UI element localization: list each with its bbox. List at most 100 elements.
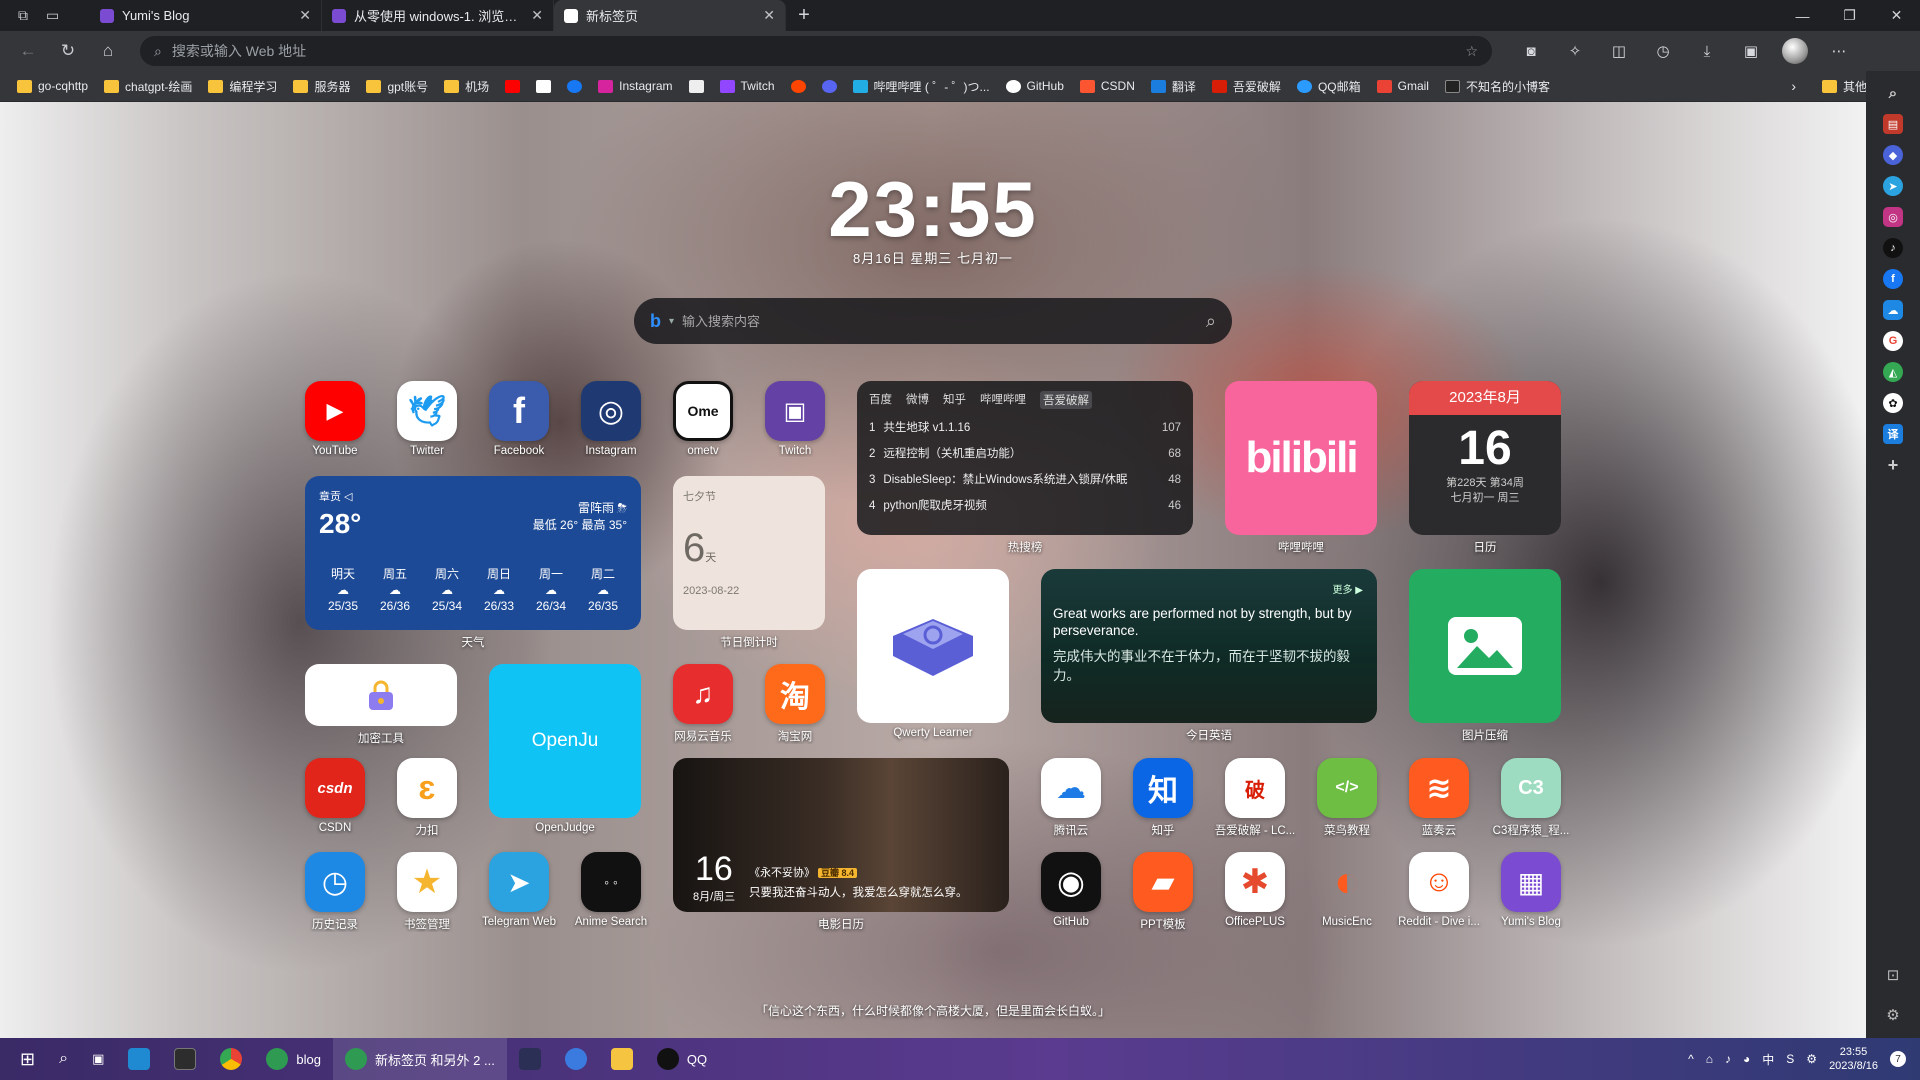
- app-reddit[interactable]: ☺ Reddit - Dive i...: [1398, 852, 1480, 928]
- bookmark-github[interactable]: GitHub: [999, 74, 1071, 98]
- engine-dropdown-icon[interactable]: ▾: [669, 316, 674, 327]
- history-icon[interactable]: ◷: [1646, 36, 1680, 66]
- workspaces-icon[interactable]: ⧉: [18, 7, 28, 24]
- app-leetcode[interactable]: ɛ 力扣: [396, 758, 458, 838]
- taskbar-edge-newtab[interactable]: 新标签页 和另外 2 ...: [332, 1038, 507, 1080]
- taskbar-dark-app[interactable]: [507, 1038, 553, 1080]
- copilot-icon[interactable]: ◆: [1883, 145, 1903, 165]
- collections-icon[interactable]: ▣: [1734, 36, 1768, 66]
- image-compress-tile[interactable]: [1409, 569, 1561, 723]
- app-runoob[interactable]: </> 菜鸟教程: [1316, 758, 1378, 838]
- downloads-icon[interactable]: ⤓: [1690, 36, 1724, 66]
- taskbar-vscode[interactable]: [116, 1038, 162, 1080]
- app-zhihu[interactable]: 知 知乎: [1132, 758, 1194, 838]
- app-taobao[interactable]: 淘 淘宝网: [764, 664, 826, 744]
- search-icon[interactable]: ⌕: [1883, 83, 1903, 103]
- hot-tab-baidu[interactable]: 百度: [869, 391, 892, 409]
- bookmark-x[interactable]: [529, 74, 558, 98]
- google-icon[interactable]: G: [1883, 331, 1903, 351]
- instagram-icon[interactable]: ◎: [1883, 207, 1903, 227]
- favorite-star-icon[interactable]: ☆: [1465, 43, 1478, 60]
- app-ometv[interactable]: Ome ometv: [672, 381, 734, 457]
- taskbar-app-store[interactable]: [553, 1038, 599, 1080]
- bookmark-csdn[interactable]: CSDN: [1073, 74, 1142, 98]
- crypto-tool-tile[interactable]: [305, 664, 457, 726]
- app-tencent-cloud[interactable]: ☁ 腾讯云: [1040, 758, 1102, 838]
- bookmark-folder[interactable]: 编程学习: [201, 74, 284, 98]
- app-facebook[interactable]: f Facebook: [488, 381, 550, 457]
- app-youtube[interactable]: ▶ YouTube: [304, 381, 366, 457]
- add-plus-icon[interactable]: +: [1883, 455, 1903, 475]
- profile-avatar[interactable]: [1778, 36, 1812, 66]
- screenshot-icon[interactable]: ⊡: [1887, 966, 1900, 984]
- minimize-icon[interactable]: —: [1779, 0, 1826, 31]
- app-yumis-blog[interactable]: ▦ Yumi's Blog: [1500, 852, 1562, 928]
- app-twitch[interactable]: ▣ Twitch: [764, 381, 826, 457]
- search-input[interactable]: [682, 313, 1198, 329]
- app-musicenc[interactable]: ◐ MusicEnc: [1316, 852, 1378, 928]
- bookmark-qqmail[interactable]: QQ邮箱: [1290, 74, 1368, 98]
- address-input[interactable]: [171, 43, 1456, 59]
- taskbar-blog[interactable]: blog: [254, 1038, 333, 1080]
- system-clock[interactable]: 23:55 2023/8/16: [1829, 1045, 1878, 1073]
- more-menu-icon[interactable]: ⋯: [1822, 36, 1856, 66]
- hot-tab-weibo[interactable]: 微博: [906, 391, 929, 409]
- bookmark-youtube[interactable]: [498, 74, 527, 98]
- daily-english-widget[interactable]: 更多 ▶ Great works are performed not by st…: [1041, 569, 1377, 723]
- taskbar-explorer[interactable]: [599, 1038, 645, 1080]
- bookmark-ometv[interactable]: [682, 74, 711, 98]
- hot-list-item[interactable]: 1 共生地球 v1.1.16 107: [869, 415, 1181, 441]
- bookmark-folder[interactable]: 服务器: [286, 74, 357, 98]
- chevron-up-icon[interactable]: ^: [1688, 1052, 1694, 1066]
- close-tab-icon[interactable]: ✕: [299, 7, 311, 24]
- toolbox-icon[interactable]: ▤: [1883, 114, 1903, 134]
- app-instagram[interactable]: ◎ Instagram: [580, 381, 642, 457]
- facebook-icon[interactable]: f: [1883, 269, 1903, 289]
- hot-list-item[interactable]: 2 远程控制（关机重启功能） 68: [869, 441, 1181, 467]
- hot-list-item[interactable]: 4 python爬取虎牙视频 46: [869, 493, 1181, 519]
- extension-icon[interactable]: ◙: [1514, 36, 1548, 66]
- telegram-icon[interactable]: ➤: [1883, 176, 1903, 196]
- app-c3[interactable]: C3 C3程序猿_程...: [1493, 758, 1569, 838]
- close-tab-icon[interactable]: ✕: [531, 7, 543, 24]
- restore-icon[interactable]: ❐: [1826, 0, 1873, 31]
- notification-badge[interactable]: 7: [1890, 1051, 1906, 1067]
- bing-logo-icon[interactable]: b: [650, 311, 661, 332]
- hot-search-widget[interactable]: 百度 微博 知乎 哔哩哔哩 吾爱破解 1 共生地球 v1.1.16 107 2 远程控…: [857, 381, 1193, 535]
- search-box[interactable]: b ▾ ⌕: [634, 298, 1232, 344]
- bookmark-instagram[interactable]: Instagram: [591, 74, 679, 98]
- close-window-icon[interactable]: ✕: [1873, 0, 1920, 31]
- bilibili-tile[interactable]: bilibili: [1225, 381, 1377, 535]
- app-bookmarks-manager[interactable]: ★ 书签管理: [396, 852, 458, 932]
- app-github[interactable]: ◉ GitHub: [1040, 852, 1102, 928]
- hot-tab-bilibili[interactable]: 哔哩哔哩: [980, 391, 1026, 409]
- bookmark-folder[interactable]: go-cqhttp: [10, 74, 95, 98]
- network-icon[interactable]: ⌂: [1706, 1052, 1713, 1066]
- address-bar[interactable]: ⌕ ☆: [140, 36, 1492, 66]
- google-drive-icon[interactable]: ◭: [1883, 362, 1903, 382]
- bookmark-folder[interactable]: chatgpt-绘画: [97, 74, 199, 98]
- openai-icon[interactable]: ✿: [1883, 393, 1903, 413]
- taskbar-terminal[interactable]: [162, 1038, 208, 1080]
- taskbar-chrome[interactable]: [208, 1038, 254, 1080]
- app-netease-music[interactable]: ♫ 网易云音乐: [672, 664, 734, 744]
- qwerty-learner-tile[interactable]: [857, 569, 1009, 723]
- openjudge-tile[interactable]: OpenJu: [489, 664, 641, 818]
- hot-tab-52pojie[interactable]: 吾爱破解: [1040, 391, 1092, 409]
- app-telegram-web[interactable]: ➤ Telegram Web: [482, 852, 556, 928]
- input-method-icon[interactable]: 中: [1762, 1051, 1774, 1068]
- hot-list-item[interactable]: 3 DisableSleep：禁止Windows系统进入锁屏/休眠 48: [869, 467, 1181, 493]
- bookmark-reddit[interactable]: [784, 74, 813, 98]
- reload-icon[interactable]: ↻: [52, 35, 84, 67]
- movie-calendar-widget[interactable]: 16 8月/周三 《永不妥协》 豆瓣 8.4 只要我还奋斗动人，我爱怎么穿就怎么穿…: [673, 758, 1009, 912]
- tab-yumis-blog[interactable]: Yumi's Blog ✕: [90, 0, 322, 31]
- cloud-drive-icon[interactable]: ☁: [1883, 300, 1903, 320]
- app-csdn[interactable]: csdn CSDN: [304, 758, 366, 834]
- bookmark-bilibili[interactable]: 哔哩哔哩 ( ゜- ゜)つ...: [846, 74, 997, 98]
- qq-tray-icon[interactable]: ◕: [1743, 1052, 1750, 1066]
- extensions-puzzle-icon[interactable]: ✧: [1558, 36, 1592, 66]
- taskbar-qq[interactable]: QQ: [645, 1038, 719, 1080]
- back-arrow-icon[interactable]: ←: [12, 35, 44, 67]
- close-tab-icon[interactable]: ✕: [763, 7, 775, 24]
- bookmark-52pojie[interactable]: 吾爱破解: [1205, 74, 1288, 98]
